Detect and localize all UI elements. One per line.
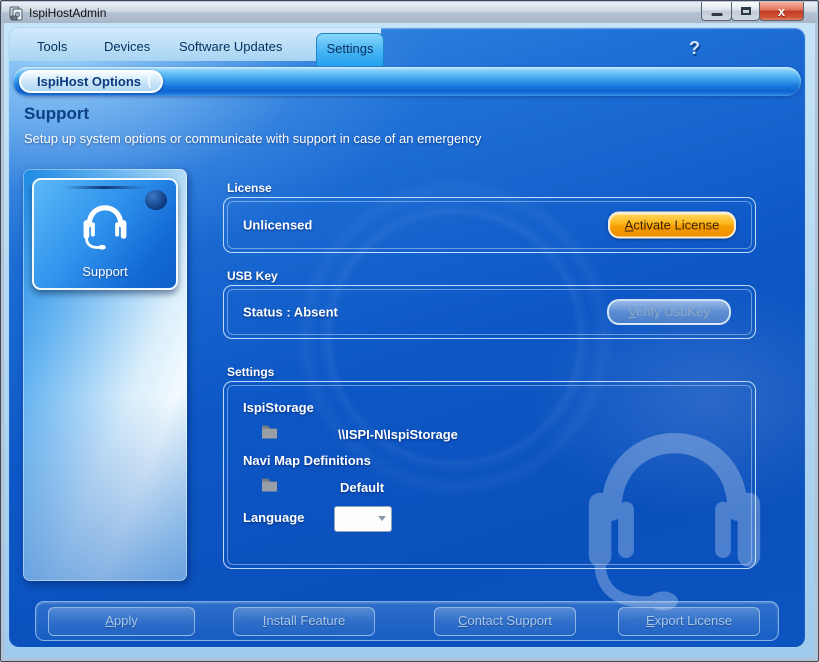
ispistorage-folder-icon[interactable] bbox=[261, 424, 278, 440]
app-icon bbox=[9, 6, 23, 20]
page-title: Support bbox=[24, 104, 90, 123]
close-button[interactable]: x bbox=[759, 2, 804, 21]
ispistorage-label: IspiStorage bbox=[243, 400, 314, 415]
activate-license-button[interactable]: Activate License bbox=[608, 211, 736, 239]
tab-devices[interactable]: Devices bbox=[104, 39, 150, 54]
license-section-label: License bbox=[227, 181, 272, 195]
window-title: IspiHostAdmin bbox=[29, 5, 107, 20]
client-area: Tools Devices Software Updates Settings … bbox=[4, 23, 815, 658]
sidebar-item-label: Support bbox=[82, 264, 128, 279]
minimize-icon bbox=[711, 13, 722, 16]
screenshot: IspiHostAdmin x Tools Devices Software U… bbox=[0, 0, 819, 662]
tile-orb-decoration bbox=[145, 190, 167, 210]
contact-support-button[interactable]: Contact Support bbox=[434, 607, 576, 636]
apply-button[interactable]: Apply bbox=[48, 607, 195, 636]
title-bar: IspiHostAdmin x bbox=[2, 2, 817, 23]
verify-usbkey-button[interactable]: Verify UsbKey bbox=[607, 299, 731, 325]
close-icon: x bbox=[777, 4, 786, 19]
window-frame: IspiHostAdmin x Tools Devices Software U… bbox=[0, 0, 819, 662]
window-controls: x bbox=[701, 2, 804, 21]
license-status: Unlicensed bbox=[243, 217, 313, 233]
minimize-button[interactable] bbox=[701, 2, 732, 21]
usbkey-groupbox: Status : Absent Verify UsbKey bbox=[223, 285, 756, 339]
chevron-down-icon bbox=[378, 516, 386, 521]
headset-icon bbox=[83, 205, 127, 250]
settings-section-label: Settings bbox=[227, 365, 275, 379]
tile-reflection bbox=[64, 186, 146, 189]
navi-map-label: Navi Map Definitions bbox=[243, 453, 371, 468]
tab-tools[interactable]: Tools bbox=[37, 39, 67, 54]
ispistorage-path: \\ISPI-N\IspiStorage bbox=[338, 427, 458, 442]
tab-settings[interactable]: Settings bbox=[316, 33, 384, 66]
breadcrumb[interactable]: IspiHost Options bbox=[19, 70, 163, 93]
footer-bar: Apply Install Feature Contact Support Ex… bbox=[35, 601, 779, 641]
settings-groupbox: IspiStorage \\ISPI-N\IspiStorage Navi Ma… bbox=[223, 381, 756, 569]
maximize-button[interactable] bbox=[731, 2, 760, 21]
license-groupbox: Unlicensed Activate License bbox=[223, 197, 756, 253]
page-subtitle: Setup up system options or communicate w… bbox=[24, 131, 482, 146]
maximize-icon bbox=[740, 7, 751, 15]
options-bar: IspiHost Options bbox=[13, 67, 801, 96]
help-icon[interactable]: ? bbox=[689, 38, 700, 59]
usbkey-status: Status : Absent bbox=[243, 304, 338, 320]
main-panel: Tools Devices Software Updates Settings … bbox=[9, 28, 805, 647]
usbkey-section-label: USB Key bbox=[227, 269, 278, 283]
language-label: Language bbox=[243, 510, 305, 525]
language-select[interactable] bbox=[334, 506, 392, 532]
navi-map-folder-icon[interactable] bbox=[261, 477, 278, 493]
sidebar: Support bbox=[23, 169, 187, 581]
install-feature-button[interactable]: Install Feature bbox=[233, 607, 375, 636]
export-license-button[interactable]: Export License bbox=[618, 607, 760, 636]
sidebar-item-support[interactable]: Support bbox=[32, 178, 178, 290]
tab-software-updates[interactable]: Software Updates bbox=[179, 39, 282, 54]
navi-map-value: Default bbox=[340, 480, 385, 495]
